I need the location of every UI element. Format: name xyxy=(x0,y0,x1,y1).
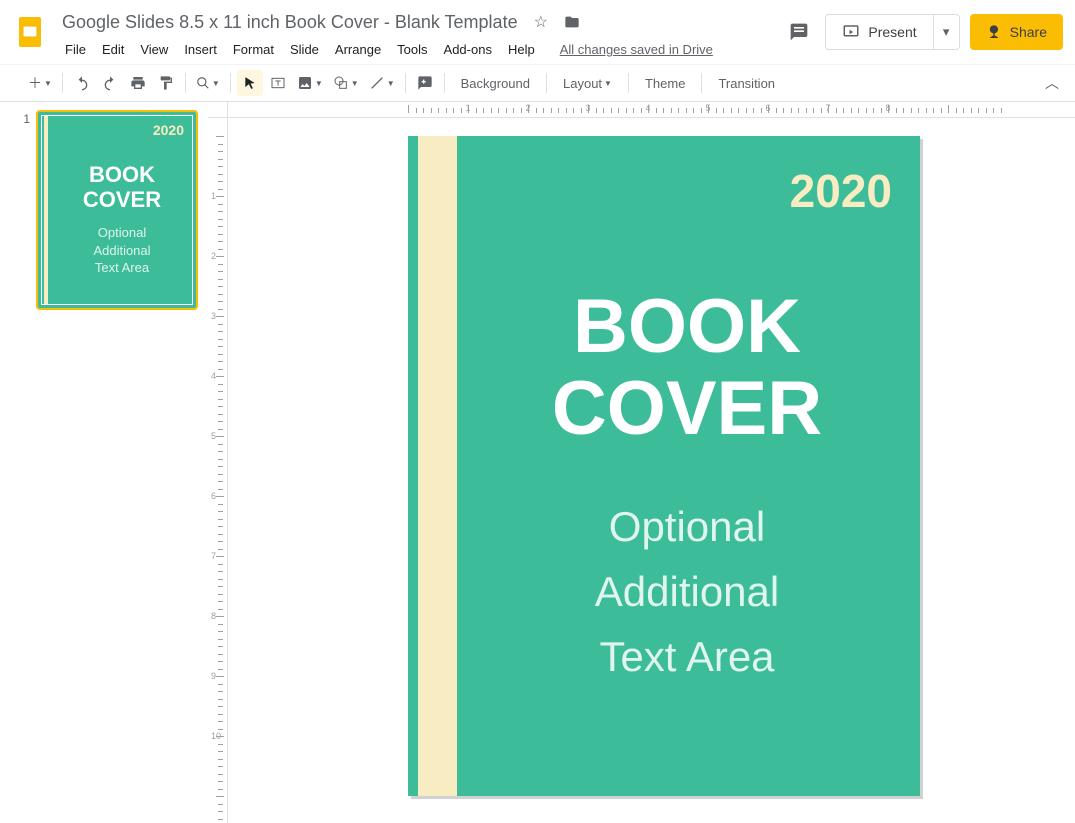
thumb-title-1: BOOK xyxy=(89,162,155,187)
paint-format-button[interactable] xyxy=(153,70,179,96)
print-button[interactable] xyxy=(125,70,151,96)
document-title[interactable]: Google Slides 8.5 x 11 inch Book Cover -… xyxy=(58,10,522,35)
separator xyxy=(628,73,629,93)
add-comment-button[interactable] xyxy=(412,70,438,96)
menu-addons[interactable]: Add-ons xyxy=(437,38,499,61)
image-button[interactable]: ▼ xyxy=(293,70,327,96)
menu-view[interactable]: View xyxy=(133,38,175,61)
toolbar: ＋▼ ▼ ▼ ▼ ▼ Background Layout▼ Theme Tran… xyxy=(0,64,1075,102)
separator xyxy=(444,73,445,93)
sub-line-1: Optional xyxy=(609,503,765,550)
move-folder-icon[interactable] xyxy=(560,10,584,34)
present-button[interactable]: Present xyxy=(826,15,932,49)
menu-arrange[interactable]: Arrange xyxy=(328,38,388,61)
slides-logo-icon[interactable] xyxy=(10,12,50,52)
ruler-horizontal[interactable]: 12345678 xyxy=(228,102,1075,118)
select-tool-button[interactable] xyxy=(237,70,263,96)
separator xyxy=(546,73,547,93)
canvas-area: 12345678 12345678910 2020 BOOK COVER Opt… xyxy=(208,102,1075,823)
menu-tools[interactable]: Tools xyxy=(390,38,434,61)
shape-button[interactable]: ▼ xyxy=(329,70,363,96)
present-label: Present xyxy=(868,24,916,40)
background-button[interactable]: Background xyxy=(451,70,540,96)
present-dropdown-icon[interactable]: ▾ xyxy=(933,15,959,49)
header: Google Slides 8.5 x 11 inch Book Cover -… xyxy=(0,0,1075,64)
layout-button[interactable]: Layout▼ xyxy=(553,70,622,96)
undo-button[interactable] xyxy=(69,70,95,96)
separator xyxy=(230,73,231,93)
redo-button[interactable] xyxy=(97,70,123,96)
title-block: Google Slides 8.5 x 11 inch Book Cover -… xyxy=(58,8,783,61)
chevron-down-icon: ▼ xyxy=(387,79,395,88)
zoom-button[interactable]: ▼ xyxy=(192,70,224,96)
menu-format[interactable]: Format xyxy=(226,38,281,61)
slide-year-text[interactable]: 2020 xyxy=(790,164,892,218)
ruler-corner xyxy=(208,102,228,118)
thumb-sub-3: Text Area xyxy=(95,260,149,275)
theme-button[interactable]: Theme xyxy=(635,70,695,96)
textbox-button[interactable] xyxy=(265,70,291,96)
spine-green xyxy=(408,136,418,796)
chevron-down-icon: ▼ xyxy=(212,79,220,88)
menu-edit[interactable]: Edit xyxy=(95,38,131,61)
thumb-title: BOOK COVER xyxy=(60,162,184,213)
sub-line-3: Text Area xyxy=(599,633,774,680)
save-status[interactable]: All changes saved in Drive xyxy=(560,38,713,61)
thumb-content: 2020 BOOK COVER Optional Additional Text… xyxy=(41,115,193,305)
slide-thumb-wrap: 1 2020 BOOK COVER Optional Additional Te… xyxy=(0,110,208,310)
slide-number: 1 xyxy=(16,110,30,310)
slide-thumbnail-1[interactable]: 2020 BOOK COVER Optional Additional Text… xyxy=(36,110,198,310)
thumb-year: 2020 xyxy=(153,122,184,138)
menu-slide[interactable]: Slide xyxy=(283,38,326,61)
menu-file[interactable]: File xyxy=(58,38,93,61)
menu-bar: File Edit View Insert Format Slide Arran… xyxy=(58,38,783,61)
separator xyxy=(62,73,63,93)
thumb-title-2: COVER xyxy=(83,187,161,212)
present-group: Present ▾ xyxy=(825,14,959,50)
comments-icon[interactable] xyxy=(783,16,815,48)
filmstrip[interactable]: 1 2020 BOOK COVER Optional Additional Te… xyxy=(0,102,208,823)
title-line-2: COVER xyxy=(552,366,822,451)
layout-label: Layout xyxy=(563,76,602,91)
separator xyxy=(405,73,406,93)
star-icon[interactable]: ☆ xyxy=(530,8,552,36)
chevron-down-icon: ▼ xyxy=(44,79,52,88)
chevron-down-icon: ▼ xyxy=(315,79,323,88)
workspace: 1 2020 BOOK COVER Optional Additional Te… xyxy=(0,102,1075,823)
thumb-sub-2: Additional xyxy=(93,243,150,258)
chevron-down-icon: ▼ xyxy=(604,79,612,88)
canvas-scroll[interactable]: 2020 BOOK COVER Optional Additional Text… xyxy=(228,118,1075,823)
separator xyxy=(701,73,702,93)
thumb-sub-1: Optional xyxy=(98,225,146,240)
menu-insert[interactable]: Insert xyxy=(177,38,224,61)
ruler-vertical[interactable]: 12345678910 xyxy=(208,118,228,823)
share-label: Share xyxy=(1010,24,1047,40)
title-line-1: BOOK xyxy=(573,284,801,369)
collapse-toolbar-icon[interactable]: ︿ xyxy=(1039,70,1065,96)
line-button[interactable]: ▼ xyxy=(365,70,399,96)
header-actions: Present ▾ Share xyxy=(783,14,1063,50)
slide-subtitle-text[interactable]: Optional Additional Text Area xyxy=(478,494,896,689)
thumb-spine-edge xyxy=(42,116,44,304)
menu-help[interactable]: Help xyxy=(501,38,542,61)
separator xyxy=(185,73,186,93)
sub-line-2: Additional xyxy=(595,568,779,615)
chevron-down-icon: ▼ xyxy=(351,79,359,88)
share-button[interactable]: Share xyxy=(970,14,1063,50)
thumb-subtitle: Optional Additional Text Area xyxy=(60,224,184,277)
transition-button[interactable]: Transition xyxy=(708,70,785,96)
slide-canvas[interactable]: 2020 BOOK COVER Optional Additional Text… xyxy=(408,136,920,796)
slide-title-text[interactable]: BOOK COVER xyxy=(478,286,896,450)
new-slide-button[interactable]: ＋▼ xyxy=(24,70,56,96)
